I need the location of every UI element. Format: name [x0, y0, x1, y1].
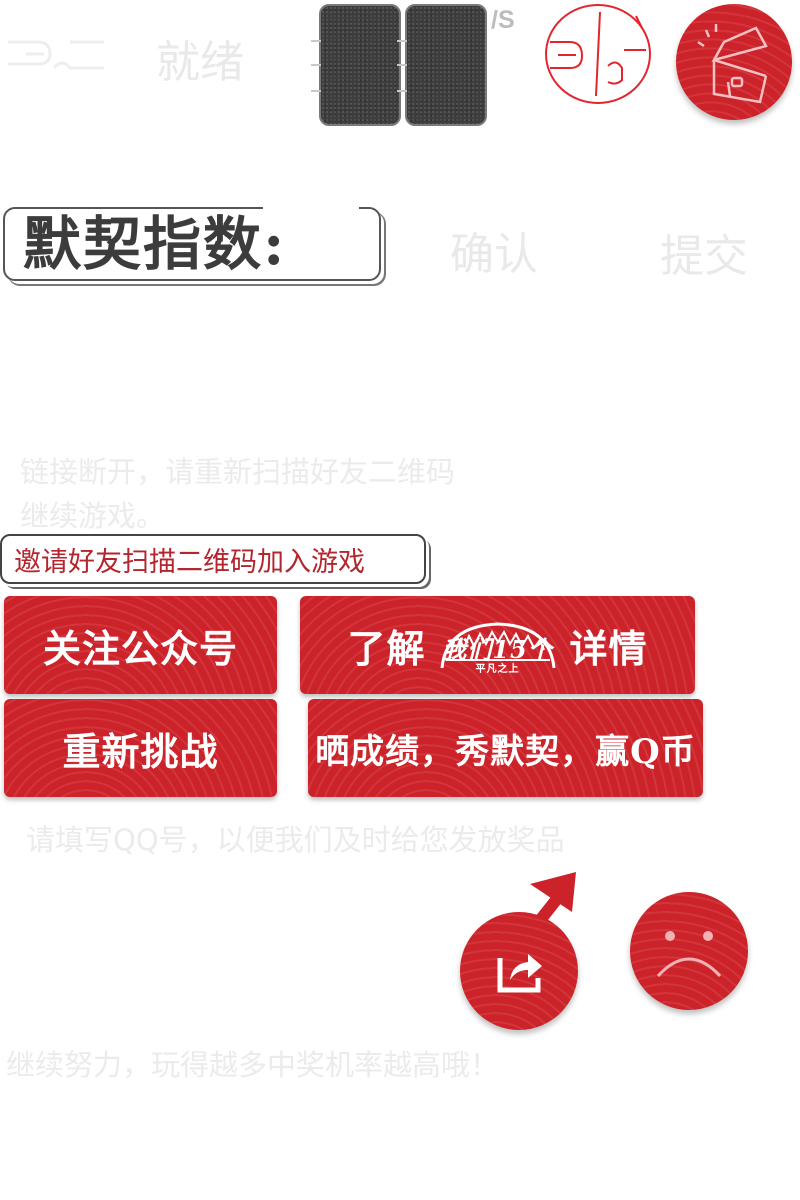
keep-going-message: 继续努力，玩得越多中奖机率越高哦！ [6, 1048, 500, 1082]
learn-prefix: 了解 [347, 625, 426, 671]
logo-mark-icon [8, 40, 104, 70]
submit-button[interactable]: 提交 [660, 220, 748, 284]
sad-face-icon [656, 931, 722, 978]
cards-icon [311, 4, 491, 126]
share-icon [497, 954, 542, 993]
confirm-button[interactable]: 确认 [450, 218, 538, 282]
sad-face-button[interactable] [630, 892, 748, 1010]
treasure-chest-icon [697, 24, 768, 104]
seal-stamp-icon [545, 4, 651, 104]
share-score-button[interactable]: 晒成绩，秀默契，赢Q币 [308, 699, 703, 797]
follow-official-account-button[interactable]: 关注公众号 [4, 596, 277, 694]
invite-friend-button[interactable]: 邀请好友扫描二维码加入游戏 [0, 534, 426, 584]
speed-unit: /S [491, 6, 515, 34]
index-panel: 默契指数: [3, 205, 381, 281]
index-input[interactable] [263, 205, 359, 227]
treasure-chest-button[interactable] [676, 4, 792, 120]
disconnected-message: 链接断开，请重新扫描好友二维码 继续游戏。 [20, 455, 456, 533]
learn-more-button[interactable]: 了解 我们15个 平凡之上 详情 [300, 596, 695, 694]
retry-button[interactable]: 重新挑战 [4, 699, 277, 797]
index-title: 默契指数: [23, 210, 287, 278]
learn-suffix: 详情 [569, 625, 648, 671]
campaign-logo-icon: 我们15个 平凡之上 [436, 612, 560, 678]
qq-prompt: 请填写QQ号，以便我们及时给您发放奖品 [26, 823, 565, 857]
share-button[interactable] [460, 912, 578, 1030]
ready-label: 就绪 [156, 37, 244, 88]
campaign-logo-sub: 平凡之上 [475, 664, 520, 675]
campaign-logo-text: 我们15个 [442, 635, 553, 664]
